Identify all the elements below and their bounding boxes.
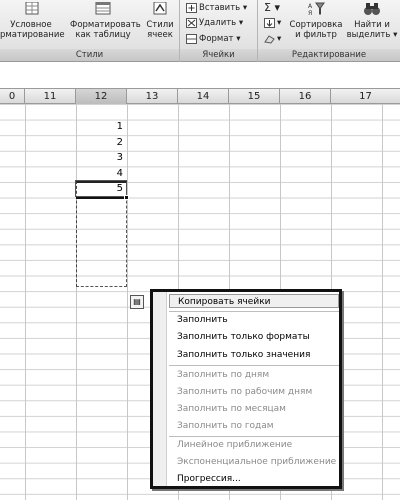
column-header[interactable]: 13 (127, 89, 178, 104)
format-cells-icon (186, 33, 197, 44)
column-header[interactable]: 11 (25, 89, 76, 104)
cell-styles-label-2: ячеек (147, 30, 173, 40)
autosum-button[interactable]: Σ ▾ (264, 1, 280, 15)
autofill-options-button[interactable]: ▤ (130, 295, 144, 309)
conditional-formatting-label-2: рматирование (0, 30, 65, 40)
format-as-table-button[interactable]: Форматировать как таблицу (70, 2, 141, 40)
delete-cells-label: Удалить (199, 18, 237, 28)
cell-styles-icon (153, 2, 167, 15)
conditional-formatting-label-1: Условное (10, 20, 52, 30)
menu-item-fill-years[interactable]: Заполнить по годам (177, 419, 274, 433)
menu-item-fill-values-only[interactable]: Заполнить только значения (177, 348, 310, 362)
sort-filter-label-2: и фильтр (295, 30, 337, 40)
column-header[interactable]: 0 (0, 89, 25, 104)
format-as-table-label-1: Форматировать (70, 20, 141, 30)
menu-item-copy-cells[interactable]: Копировать ячейки (169, 294, 339, 308)
menu-separator (169, 436, 339, 437)
selection-bottom-line (76, 197, 127, 199)
format-table-icon (95, 2, 111, 15)
find-select-label-2: выделить (346, 30, 391, 40)
cell-styles-label-1: Стили (146, 20, 174, 30)
menu-icon-strip (153, 292, 167, 486)
menu-separator (169, 311, 339, 312)
cell-value[interactable]: 3 (76, 150, 126, 165)
styles-group: Условное рматирование Форматировать как … (0, 0, 180, 62)
conditional-formatting-button[interactable]: Условное рматирование (0, 2, 65, 40)
find-select-label-1: Найти и (354, 20, 390, 30)
find-select-button[interactable]: Найти и выделить ▾ (346, 2, 398, 40)
menu-item-growth-trend[interactable]: Экспоненциальное приближение (177, 455, 336, 469)
svg-text:Я: Я (308, 10, 312, 16)
cells-group-label: Ячейки (180, 49, 257, 61)
menu-item-fill-days[interactable]: Заполнить по дням (177, 368, 269, 382)
conditional-formatting-icon (25, 2, 39, 15)
menu-item-linear-trend[interactable]: Линейное приближение (177, 438, 292, 452)
ribbon: Условное рматирование Форматировать как … (0, 0, 400, 62)
column-header-active[interactable]: 12 (76, 89, 127, 104)
clear-button[interactable]: ▾ (264, 32, 281, 46)
format-as-table-label-2: как таблицу (75, 30, 131, 40)
fill-handle[interactable] (124, 195, 129, 200)
styles-group-label: Стили (0, 49, 179, 61)
editing-group: Σ ▾ ▾ ▾ A Я Сортировка и фильтр Найти и … (258, 0, 400, 62)
fill-button[interactable]: ▾ (264, 16, 281, 30)
format-cells-button[interactable]: Формат ▾ (186, 32, 240, 46)
column-header[interactable]: 16 (280, 89, 331, 104)
column-header[interactable]: 14 (178, 89, 229, 104)
editing-group-label: Редактирование (258, 49, 400, 61)
sort-filter-label-1: Сортировка (289, 20, 343, 30)
binoculars-icon (364, 3, 380, 15)
column-header[interactable]: 15 (229, 89, 280, 104)
column-header[interactable]: 17 (331, 89, 400, 104)
menu-separator (169, 365, 339, 366)
svg-text:A: A (308, 3, 313, 10)
insert-cells-button[interactable]: Вставить ▾ (186, 1, 247, 15)
cell-value[interactable]: 4 (76, 166, 126, 181)
fill-down-icon (264, 17, 275, 28)
menu-item-fill-formatting-only[interactable]: Заполнить только форматы (177, 330, 310, 344)
autofill-options-menu: Копировать ячейки Заполнить Заполнить то… (150, 289, 342, 489)
menu-item-fill-series[interactable]: Заполнить (177, 313, 228, 327)
insert-cells-label: Вставить (199, 3, 241, 13)
insert-cells-icon (186, 2, 197, 13)
autosum-icon: Σ (264, 1, 271, 14)
format-cells-label: Формат (199, 34, 234, 44)
cell-value[interactable]: 1 (76, 119, 126, 134)
delete-cells-icon (186, 17, 197, 28)
sort-filter-icon: A Я (308, 2, 325, 16)
menu-item-series[interactable]: Прогрессия... (177, 472, 241, 486)
column-header-row: 0 11 12 13 14 15 16 17 (0, 88, 400, 104)
cell-styles-button[interactable]: Стили ячеек (142, 2, 178, 40)
autofill-options-icon: ▤ (133, 297, 141, 306)
delete-cells-button[interactable]: Удалить ▾ (186, 16, 243, 30)
cells-group: Вставить ▾ Удалить ▾ Формат ▾ Ячейки (180, 0, 258, 62)
menu-item-fill-weekdays[interactable]: Заполнить по рабочим дням (177, 385, 312, 399)
menu-item-fill-months[interactable]: Заполнить по месяцам (177, 402, 286, 416)
eraser-icon (264, 34, 275, 44)
sort-filter-button[interactable]: A Я Сортировка и фильтр (288, 2, 344, 40)
cell-value[interactable]: 2 (76, 135, 126, 150)
